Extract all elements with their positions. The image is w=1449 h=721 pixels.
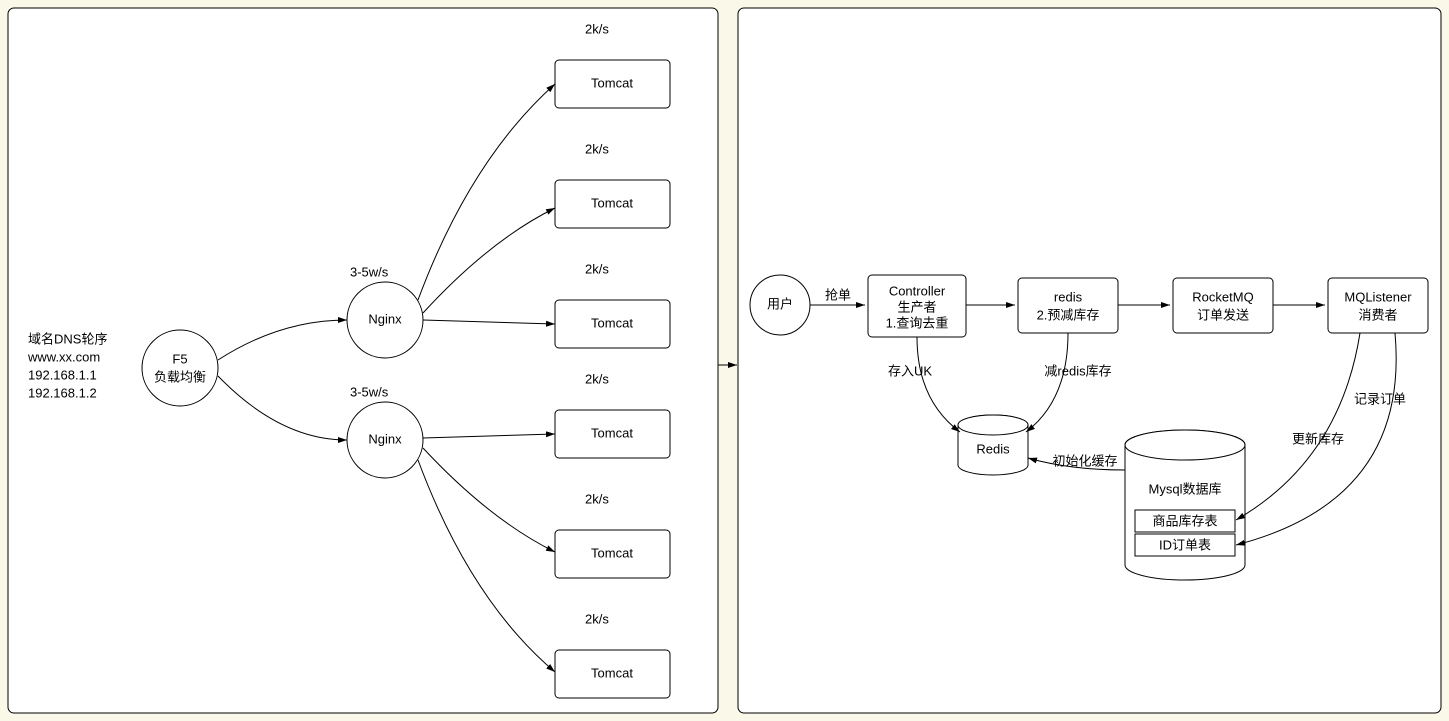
tomcat6-rate: 2k/s [585, 611, 609, 626]
dns-line1: 域名DNS轮序 [28, 331, 107, 346]
tomcat4-rate: 2k/s [585, 371, 609, 386]
redis-db-label: Redis [976, 441, 1010, 456]
nginx1-label: Nginx [368, 311, 402, 326]
mysql-title: Mysql数据库 [1149, 481, 1222, 496]
user-label: 用户 [767, 296, 793, 311]
mysql-db-icon [1125, 430, 1245, 580]
rocketmq-l2: 订单发送 [1197, 307, 1249, 322]
rocketmq-l1: RocketMQ [1192, 289, 1253, 304]
record-order-label: 记录订单 [1354, 391, 1406, 406]
init-cache-label: 初始化缓存 [1052, 453, 1117, 468]
controller-l1: Controller [889, 283, 946, 298]
tomcat3-label: Tomcat [591, 315, 633, 330]
tomcat3-rate: 2k/s [585, 261, 609, 276]
tomcat5-label: Tomcat [591, 545, 633, 560]
tomcat2-label: Tomcat [591, 195, 633, 210]
f5-sublabel: 负载均衡 [154, 369, 206, 384]
update-stock-label: 更新库存 [1292, 431, 1344, 446]
dns-line3: 192.168.1.1 [28, 367, 97, 382]
tomcat5-rate: 2k/s [585, 491, 609, 506]
tomcat4-label: Tomcat [591, 425, 633, 440]
left-panel [8, 8, 718, 713]
save-uk-label: 存入UK [888, 363, 932, 378]
f5-node [142, 330, 218, 406]
f5-label: F5 [172, 351, 187, 366]
controller-l2: 生产者 [897, 299, 936, 314]
tomcat1-rate: 2k/s [585, 21, 609, 36]
mqlistener-l2: 消费者 [1358, 307, 1397, 322]
redis-step-l1: redis [1054, 289, 1083, 304]
tomcat2-rate: 2k/s [585, 141, 609, 156]
nginx2-label: Nginx [368, 431, 402, 446]
mysql-t2-label: ID订单表 [1159, 537, 1211, 552]
mqlistener-box [1328, 278, 1428, 333]
mqlistener-l1: MQListener [1344, 289, 1412, 304]
nginx1-rate: 3-5w/s [350, 264, 389, 279]
dns-line2: www.xx.com [27, 349, 100, 364]
redis-step-box [1018, 278, 1118, 333]
right-panel [738, 8, 1441, 713]
rocketmq-box [1173, 278, 1273, 333]
controller-l3: 1.查询去重 [886, 315, 949, 330]
dns-line4: 192.168.1.2 [28, 385, 97, 400]
nginx2-rate: 3-5w/s [350, 384, 389, 399]
tomcat1-label: Tomcat [591, 75, 633, 90]
grab-label: 抢单 [825, 287, 851, 302]
dec-redis-label: 减redis库存 [1044, 363, 1111, 378]
redis-step-l2: 2.预减库存 [1037, 307, 1100, 322]
mysql-t1-label: 商品库存表 [1152, 513, 1217, 528]
tomcat6-label: Tomcat [591, 665, 633, 680]
